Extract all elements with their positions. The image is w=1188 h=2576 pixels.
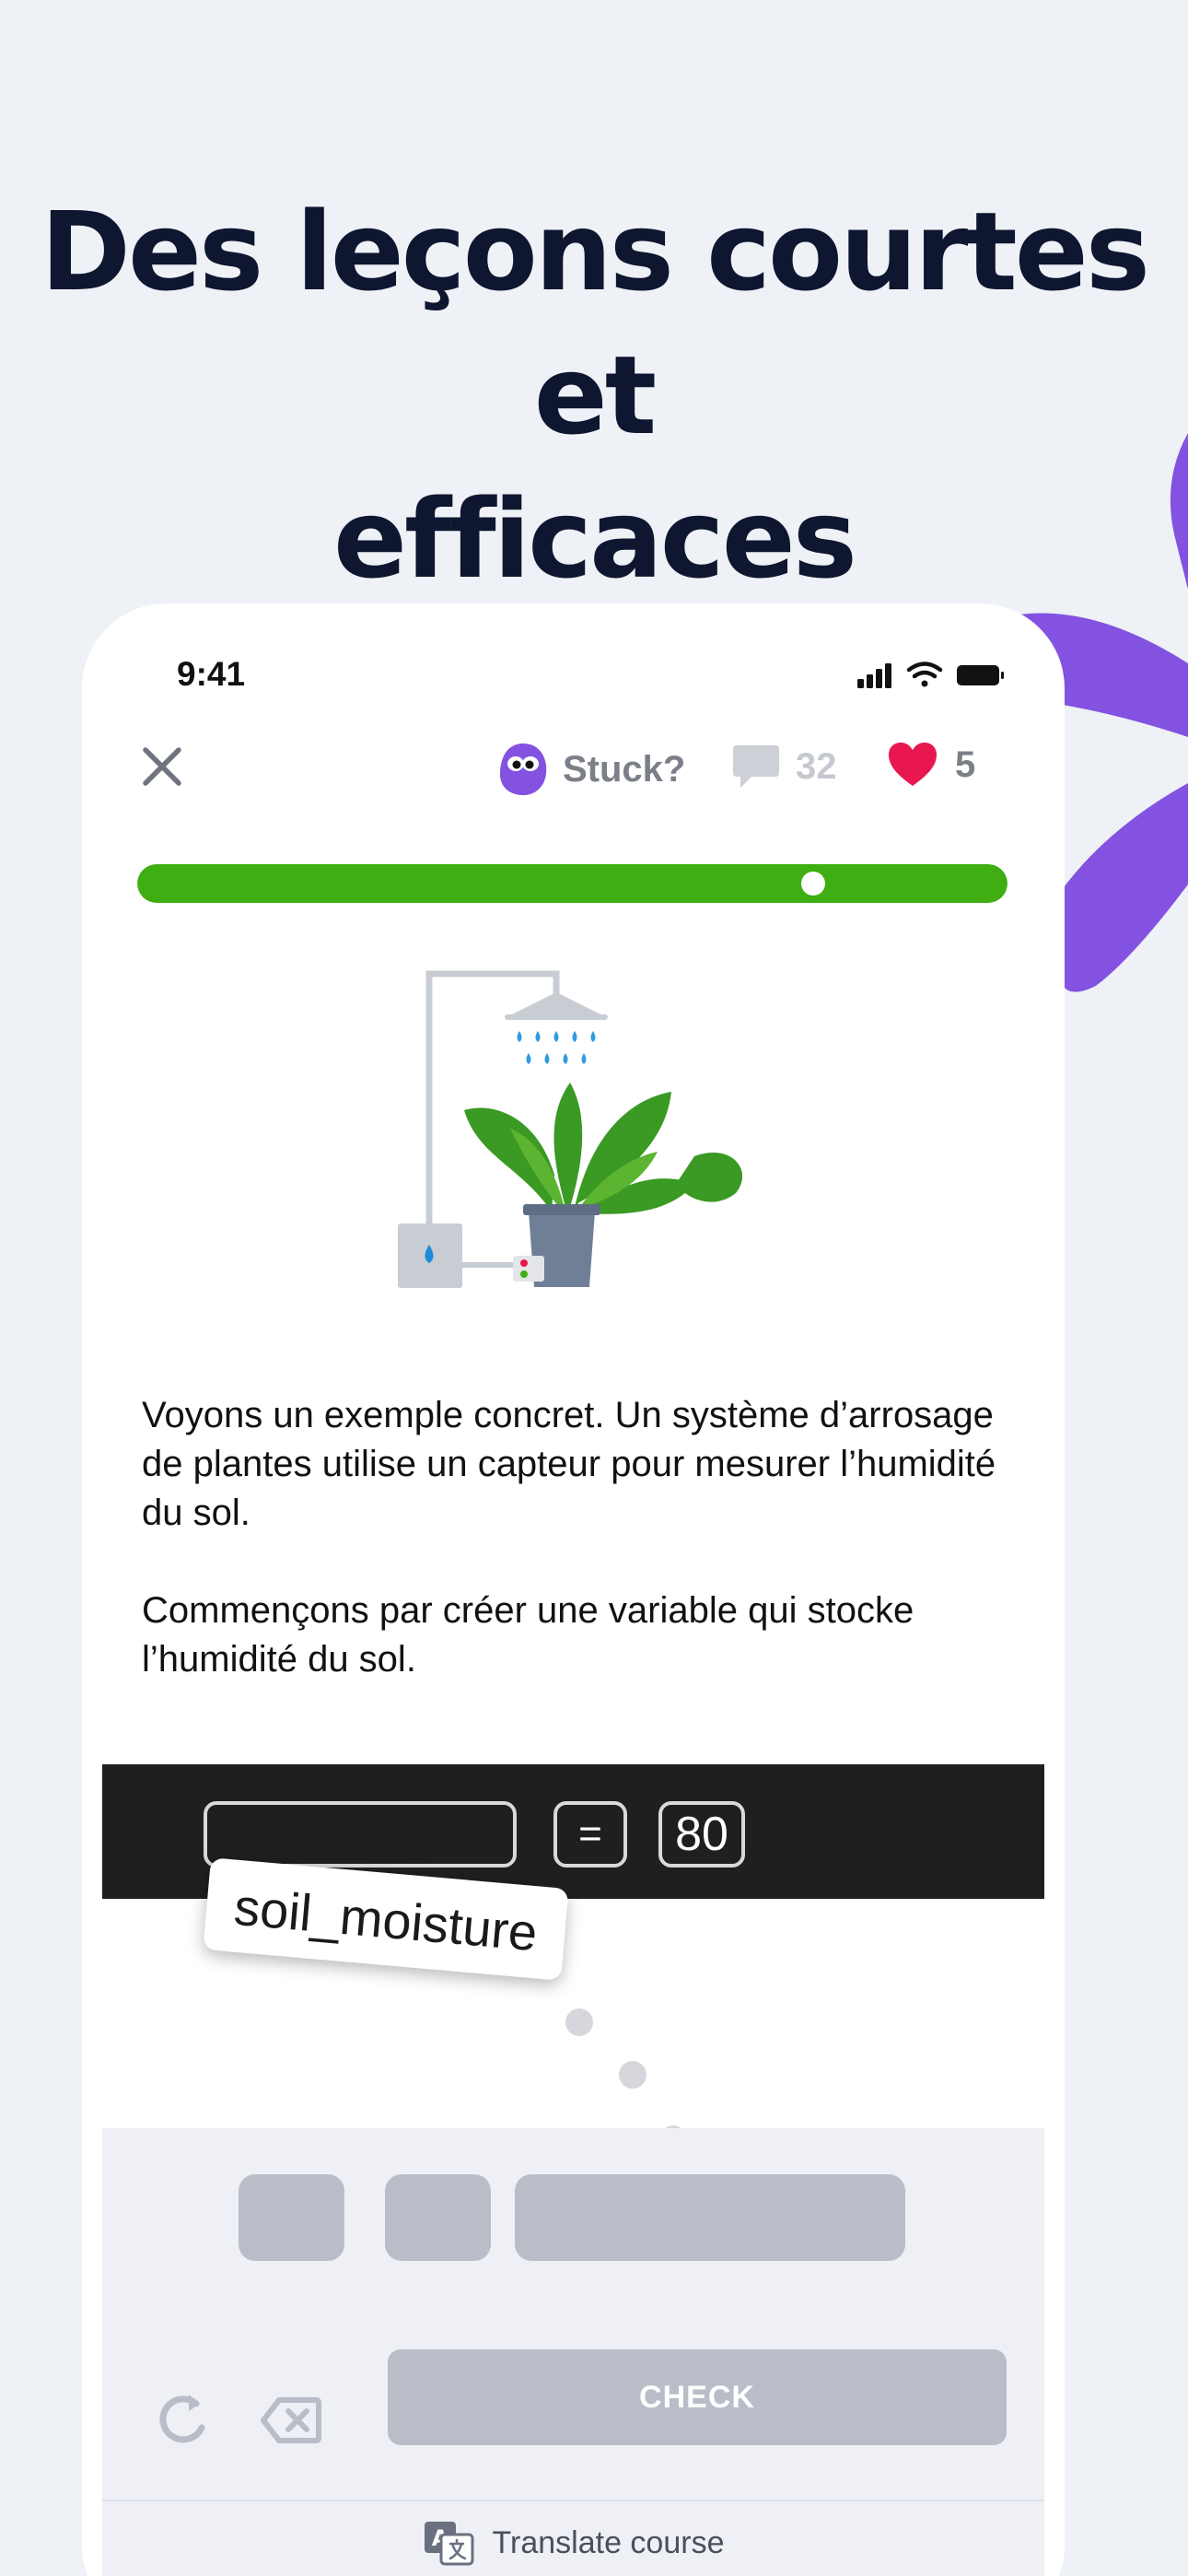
stuck-label: Stuck?: [563, 748, 686, 790]
stuck-mascot-icon: [499, 744, 547, 796]
drag-trail-dot: [565, 2008, 593, 2036]
hearts-count: 5: [955, 744, 976, 785]
status-time: 9:41: [177, 655, 246, 693]
reset-icon: [159, 2395, 205, 2443]
lesson-paragraph-1: Voyons un exemple concret. Un système d’…: [142, 1395, 996, 1533]
lesson-progress-bar: [137, 864, 1007, 903]
equals-token: =: [553, 1801, 627, 1868]
value-token: 80: [658, 1801, 745, 1868]
hearts-indicator[interactable]: 5: [887, 742, 975, 788]
stuck-button[interactable]: Stuck?: [496, 740, 685, 799]
backspace-button[interactable]: [250, 2379, 332, 2462]
close-button[interactable]: [133, 737, 192, 796]
wifi-icon: [906, 662, 943, 687]
answer-choice-placeholder: [385, 2174, 491, 2261]
comment-icon: [733, 745, 779, 788]
progress-marker: [800, 872, 825, 896]
check-button[interactable]: CHECK: [388, 2349, 1007, 2445]
comments-button[interactable]: 32: [731, 744, 837, 790]
translate-label: Translate course: [492, 2524, 725, 2560]
heart-icon: [889, 743, 937, 786]
translate-icon: A: [424, 2522, 474, 2566]
plant-watering-illustration: [398, 970, 743, 1288]
progress-fill: [137, 864, 1007, 903]
reset-button[interactable]: [144, 2379, 227, 2462]
headline-line-1: Des leçons courtes et: [41, 188, 1150, 459]
answer-choice-placeholder: [239, 2174, 344, 2261]
battery-icon: [957, 665, 1004, 685]
comments-count: 32: [796, 745, 837, 787]
headline-line-2: efficaces: [333, 475, 857, 603]
answer-choice-placeholder: [515, 2174, 905, 2261]
backspace-icon: [261, 2397, 321, 2443]
close-icon: [143, 747, 181, 786]
page-headline: Des leçons courtes et efficaces: [0, 180, 1188, 611]
lesson-text: Voyons un exemple concret. Un système d’…: [142, 1391, 1017, 1684]
variable-drop-slot[interactable]: [204, 1801, 517, 1868]
signal-icon: [857, 663, 891, 688]
drag-trail-dot: [619, 2061, 646, 2089]
translate-course-link[interactable]: A Translate course: [102, 2520, 1044, 2566]
status-icons: [857, 662, 1004, 688]
answer-area: CHECK A Translate course: [102, 2128, 1044, 2576]
lesson-paragraph-2: Commençons par créer une variable qui st…: [142, 1590, 914, 1680]
divider: [102, 2500, 1044, 2501]
phone-screen: 9:41 Stuck? 32 5 Voyons un exemple concr…: [82, 603, 1065, 2576]
